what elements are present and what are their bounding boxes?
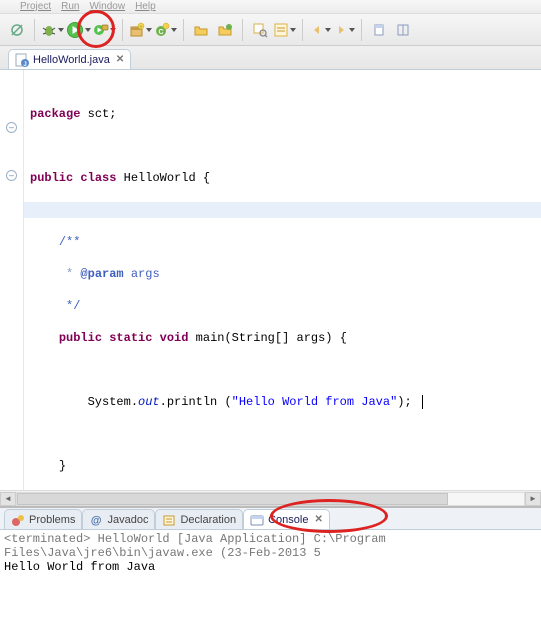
annotate-button[interactable] <box>273 19 296 41</box>
editor-tab-row: J HelloWorld.java ✕ <box>0 46 541 70</box>
toolbar-separator <box>34 19 35 41</box>
tab-problems[interactable]: Problems <box>4 509 82 529</box>
javadoc-icon: @ <box>89 513 103 527</box>
svg-text:+: + <box>140 24 143 30</box>
scroll-left-icon[interactable]: ◄ <box>0 492 16 506</box>
scrollbar-thumb[interactable] <box>17 493 448 505</box>
tab-label: Problems <box>29 514 75 526</box>
scroll-right-icon[interactable]: ► <box>525 492 541 506</box>
editor-tab-helloworld[interactable]: J HelloWorld.java ✕ <box>8 49 131 69</box>
chevron-down-icon <box>290 28 296 32</box>
toolbar-separator <box>302 19 303 41</box>
toolbar-separator <box>183 19 184 41</box>
fold-handle-icon[interactable]: ‒ <box>6 122 17 133</box>
forward-button[interactable] <box>333 19 355 41</box>
chevron-down-icon <box>349 28 355 32</box>
declaration-icon <box>162 513 176 527</box>
run-external-button[interactable] <box>93 19 116 41</box>
svg-text:J: J <box>23 62 26 67</box>
svg-text:C: C <box>158 29 163 36</box>
chevron-down-icon <box>325 28 331 32</box>
java-file-icon: J <box>15 53 29 67</box>
tab-javadoc[interactable]: @ Javadoc <box>82 509 155 529</box>
open-type-button[interactable] <box>214 19 236 41</box>
back-button[interactable] <box>309 19 331 41</box>
pin-button[interactable] <box>368 19 390 41</box>
console-view[interactable]: <terminated> HelloWorld [Java Applicatio… <box>0 530 541 641</box>
problems-icon <box>11 513 25 527</box>
toolbar-separator <box>242 19 243 41</box>
tab-declaration[interactable]: Declaration <box>155 509 243 529</box>
menu-item[interactable]: Run <box>61 1 79 12</box>
menu-item[interactable]: Help <box>135 1 156 12</box>
tab-console[interactable]: Console ✕ <box>243 509 330 529</box>
ruler-button[interactable] <box>392 19 414 41</box>
new-class-button[interactable]: C <box>154 19 177 41</box>
toolbar-separator <box>122 19 123 41</box>
editor-gutter[interactable]: ‒ ‒ <box>0 70 24 490</box>
debug-button[interactable] <box>41 19 64 41</box>
menu-item[interactable]: Project <box>20 1 51 12</box>
fold-handle-icon[interactable]: ‒ <box>6 170 17 181</box>
close-icon[interactable]: ✕ <box>116 54 124 65</box>
new-package-button[interactable]: + <box>129 19 152 41</box>
close-icon[interactable]: ✕ <box>314 514 322 525</box>
scrollbar-track[interactable] <box>16 492 525 506</box>
chevron-down-icon <box>85 28 91 32</box>
editor-horizontal-scrollbar[interactable]: ◄ ► <box>0 490 541 506</box>
tab-label: Javadoc <box>107 514 148 526</box>
view-tab-row: Problems @ Javadoc Declaration Console ✕ <box>0 508 541 530</box>
editor-area: J HelloWorld.java ✕ ‒ ‒ package sct; pub… <box>0 46 541 508</box>
run-button[interactable] <box>66 19 91 41</box>
toolbar-separator <box>361 19 362 41</box>
chevron-down-icon <box>171 28 177 32</box>
text-caret <box>422 395 423 409</box>
skip-breakpoints-button[interactable] <box>6 19 28 41</box>
main-toolbar: + C <box>0 14 541 46</box>
bottom-panel: Problems @ Javadoc Declaration Console ✕… <box>0 508 541 641</box>
chevron-down-icon <box>146 28 152 32</box>
console-status: <terminated> HelloWorld [Java Applicatio… <box>4 532 537 560</box>
open-button[interactable] <box>190 19 212 41</box>
menubar[interactable]: Project Run Window Help <box>0 0 541 14</box>
svg-text:@: @ <box>91 515 102 527</box>
console-icon <box>250 513 264 527</box>
chevron-down-icon <box>58 28 64 32</box>
chevron-down-icon <box>110 28 116 32</box>
tab-label: Declaration <box>180 514 236 526</box>
menu-item[interactable]: Window <box>89 1 125 12</box>
editor-tab-label: HelloWorld.java <box>33 54 110 66</box>
console-output: Hello World from Java <box>4 560 537 574</box>
code-editor[interactable]: ‒ ‒ package sct; public class HelloWorld… <box>0 70 541 490</box>
search-button[interactable] <box>249 19 271 41</box>
tab-label: Console <box>268 514 308 526</box>
